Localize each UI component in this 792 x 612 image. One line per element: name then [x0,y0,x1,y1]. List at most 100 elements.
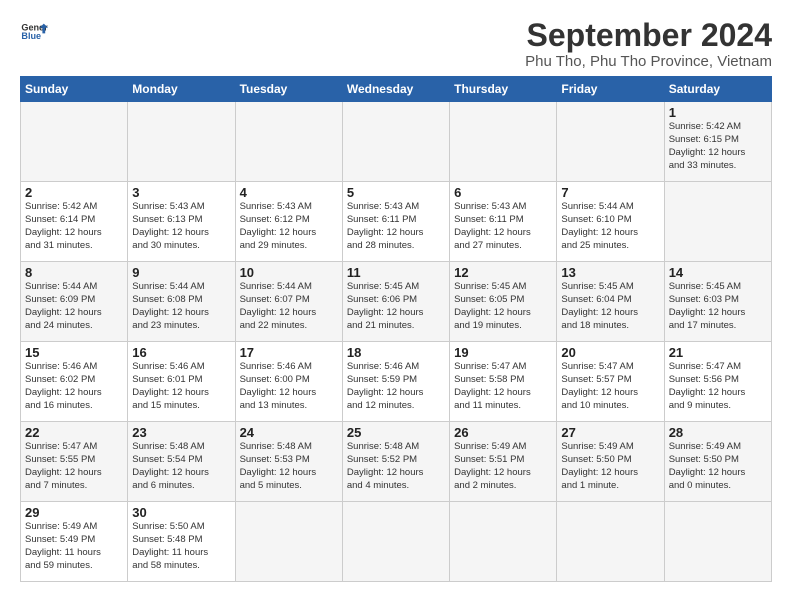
calendar-cell [664,502,771,582]
calendar-cell: 20Sunrise: 5:47 AM Sunset: 5:57 PM Dayli… [557,342,664,422]
day-info: Sunrise: 5:49 AM Sunset: 5:50 PM Dayligh… [561,441,659,492]
calendar-cell: 23Sunrise: 5:48 AM Sunset: 5:54 PM Dayli… [128,422,235,502]
calendar-subtitle: Phu Tho, Phu Tho Province, Vietnam [525,53,772,70]
day-number: 18 [347,345,445,360]
calendar-cell: 12Sunrise: 5:45 AM Sunset: 6:05 PM Dayli… [450,262,557,342]
calendar-week-row: 1Sunrise: 5:42 AM Sunset: 6:15 PM Daylig… [21,102,772,182]
day-info: Sunrise: 5:46 AM Sunset: 6:00 PM Dayligh… [240,361,338,412]
calendar-cell: 29Sunrise: 5:49 AM Sunset: 5:49 PM Dayli… [21,502,128,582]
col-header-monday: Monday [128,77,235,102]
logo: General Blue [20,18,52,46]
col-header-tuesday: Tuesday [235,77,342,102]
day-info: Sunrise: 5:46 AM Sunset: 6:02 PM Dayligh… [25,361,123,412]
calendar-cell [128,102,235,182]
day-info: Sunrise: 5:47 AM Sunset: 5:56 PM Dayligh… [669,361,767,412]
calendar-cell: 19Sunrise: 5:47 AM Sunset: 5:58 PM Dayli… [450,342,557,422]
col-header-friday: Friday [557,77,664,102]
day-number: 11 [347,265,445,280]
calendar-cell: 30Sunrise: 5:50 AM Sunset: 5:48 PM Dayli… [128,502,235,582]
day-info: Sunrise: 5:44 AM Sunset: 6:09 PM Dayligh… [25,281,123,332]
day-info: Sunrise: 5:48 AM Sunset: 5:54 PM Dayligh… [132,441,230,492]
calendar-cell: 1Sunrise: 5:42 AM Sunset: 6:15 PM Daylig… [664,102,771,182]
calendar-cell: 11Sunrise: 5:45 AM Sunset: 6:06 PM Dayli… [342,262,449,342]
day-info: Sunrise: 5:43 AM Sunset: 6:13 PM Dayligh… [132,201,230,252]
day-info: Sunrise: 5:45 AM Sunset: 6:04 PM Dayligh… [561,281,659,332]
day-number: 4 [240,185,338,200]
day-info: Sunrise: 5:48 AM Sunset: 5:53 PM Dayligh… [240,441,338,492]
day-info: Sunrise: 5:42 AM Sunset: 6:15 PM Dayligh… [669,121,767,172]
day-info: Sunrise: 5:50 AM Sunset: 5:48 PM Dayligh… [132,521,230,572]
calendar-cell: 15Sunrise: 5:46 AM Sunset: 6:02 PM Dayli… [21,342,128,422]
calendar-week-row: 8Sunrise: 5:44 AM Sunset: 6:09 PM Daylig… [21,262,772,342]
calendar-cell [664,182,771,262]
page-header: General Blue September 2024 Phu Tho, Phu… [20,18,772,70]
calendar-week-row: 22Sunrise: 5:47 AM Sunset: 5:55 PM Dayli… [21,422,772,502]
calendar-cell: 6Sunrise: 5:43 AM Sunset: 6:11 PM Daylig… [450,182,557,262]
calendar-cell [235,502,342,582]
calendar-week-row: 29Sunrise: 5:49 AM Sunset: 5:49 PM Dayli… [21,502,772,582]
day-info: Sunrise: 5:47 AM Sunset: 5:57 PM Dayligh… [561,361,659,412]
day-number: 1 [669,105,767,120]
calendar-cell: 7Sunrise: 5:44 AM Sunset: 6:10 PM Daylig… [557,182,664,262]
day-info: Sunrise: 5:46 AM Sunset: 5:59 PM Dayligh… [347,361,445,412]
day-number: 23 [132,425,230,440]
day-number: 14 [669,265,767,280]
day-info: Sunrise: 5:43 AM Sunset: 6:12 PM Dayligh… [240,201,338,252]
calendar-cell [557,102,664,182]
day-number: 15 [25,345,123,360]
calendar-week-row: 15Sunrise: 5:46 AM Sunset: 6:02 PM Dayli… [21,342,772,422]
calendar-cell: 13Sunrise: 5:45 AM Sunset: 6:04 PM Dayli… [557,262,664,342]
calendar-cell [342,502,449,582]
day-info: Sunrise: 5:49 AM Sunset: 5:50 PM Dayligh… [669,441,767,492]
svg-text:Blue: Blue [21,31,41,41]
day-number: 2 [25,185,123,200]
day-number: 26 [454,425,552,440]
calendar-week-row: 2Sunrise: 5:42 AM Sunset: 6:14 PM Daylig… [21,182,772,262]
day-info: Sunrise: 5:47 AM Sunset: 5:58 PM Dayligh… [454,361,552,412]
day-number: 29 [25,505,123,520]
day-number: 8 [25,265,123,280]
calendar-cell: 9Sunrise: 5:44 AM Sunset: 6:08 PM Daylig… [128,262,235,342]
day-number: 12 [454,265,552,280]
calendar-cell: 10Sunrise: 5:44 AM Sunset: 6:07 PM Dayli… [235,262,342,342]
col-header-thursday: Thursday [450,77,557,102]
day-info: Sunrise: 5:45 AM Sunset: 6:06 PM Dayligh… [347,281,445,332]
day-info: Sunrise: 5:43 AM Sunset: 6:11 PM Dayligh… [347,201,445,252]
calendar-cell: 27Sunrise: 5:49 AM Sunset: 5:50 PM Dayli… [557,422,664,502]
col-header-wednesday: Wednesday [342,77,449,102]
calendar-cell: 16Sunrise: 5:46 AM Sunset: 6:01 PM Dayli… [128,342,235,422]
day-number: 30 [132,505,230,520]
day-info: Sunrise: 5:49 AM Sunset: 5:49 PM Dayligh… [25,521,123,572]
day-number: 20 [561,345,659,360]
calendar-cell [450,502,557,582]
calendar-cell: 25Sunrise: 5:48 AM Sunset: 5:52 PM Dayli… [342,422,449,502]
calendar-cell: 17Sunrise: 5:46 AM Sunset: 6:00 PM Dayli… [235,342,342,422]
day-info: Sunrise: 5:43 AM Sunset: 6:11 PM Dayligh… [454,201,552,252]
day-number: 5 [347,185,445,200]
calendar-cell: 4Sunrise: 5:43 AM Sunset: 6:12 PM Daylig… [235,182,342,262]
day-number: 19 [454,345,552,360]
calendar-title: September 2024 [525,18,772,53]
calendar-cell: 21Sunrise: 5:47 AM Sunset: 5:56 PM Dayli… [664,342,771,422]
calendar-cell [557,502,664,582]
day-info: Sunrise: 5:49 AM Sunset: 5:51 PM Dayligh… [454,441,552,492]
day-info: Sunrise: 5:42 AM Sunset: 6:14 PM Dayligh… [25,201,123,252]
day-number: 21 [669,345,767,360]
calendar-cell [235,102,342,182]
day-number: 7 [561,185,659,200]
day-info: Sunrise: 5:46 AM Sunset: 6:01 PM Dayligh… [132,361,230,412]
day-number: 10 [240,265,338,280]
day-info: Sunrise: 5:45 AM Sunset: 6:05 PM Dayligh… [454,281,552,332]
col-header-sunday: Sunday [21,77,128,102]
logo-icon: General Blue [20,18,48,46]
calendar-cell: 14Sunrise: 5:45 AM Sunset: 6:03 PM Dayli… [664,262,771,342]
day-number: 28 [669,425,767,440]
calendar-cell: 2Sunrise: 5:42 AM Sunset: 6:14 PM Daylig… [21,182,128,262]
col-header-saturday: Saturday [664,77,771,102]
day-info: Sunrise: 5:44 AM Sunset: 6:10 PM Dayligh… [561,201,659,252]
calendar-table: SundayMondayTuesdayWednesdayThursdayFrid… [20,76,772,582]
calendar-cell: 22Sunrise: 5:47 AM Sunset: 5:55 PM Dayli… [21,422,128,502]
calendar-cell: 28Sunrise: 5:49 AM Sunset: 5:50 PM Dayli… [664,422,771,502]
calendar-cell [450,102,557,182]
calendar-cell: 26Sunrise: 5:49 AM Sunset: 5:51 PM Dayli… [450,422,557,502]
